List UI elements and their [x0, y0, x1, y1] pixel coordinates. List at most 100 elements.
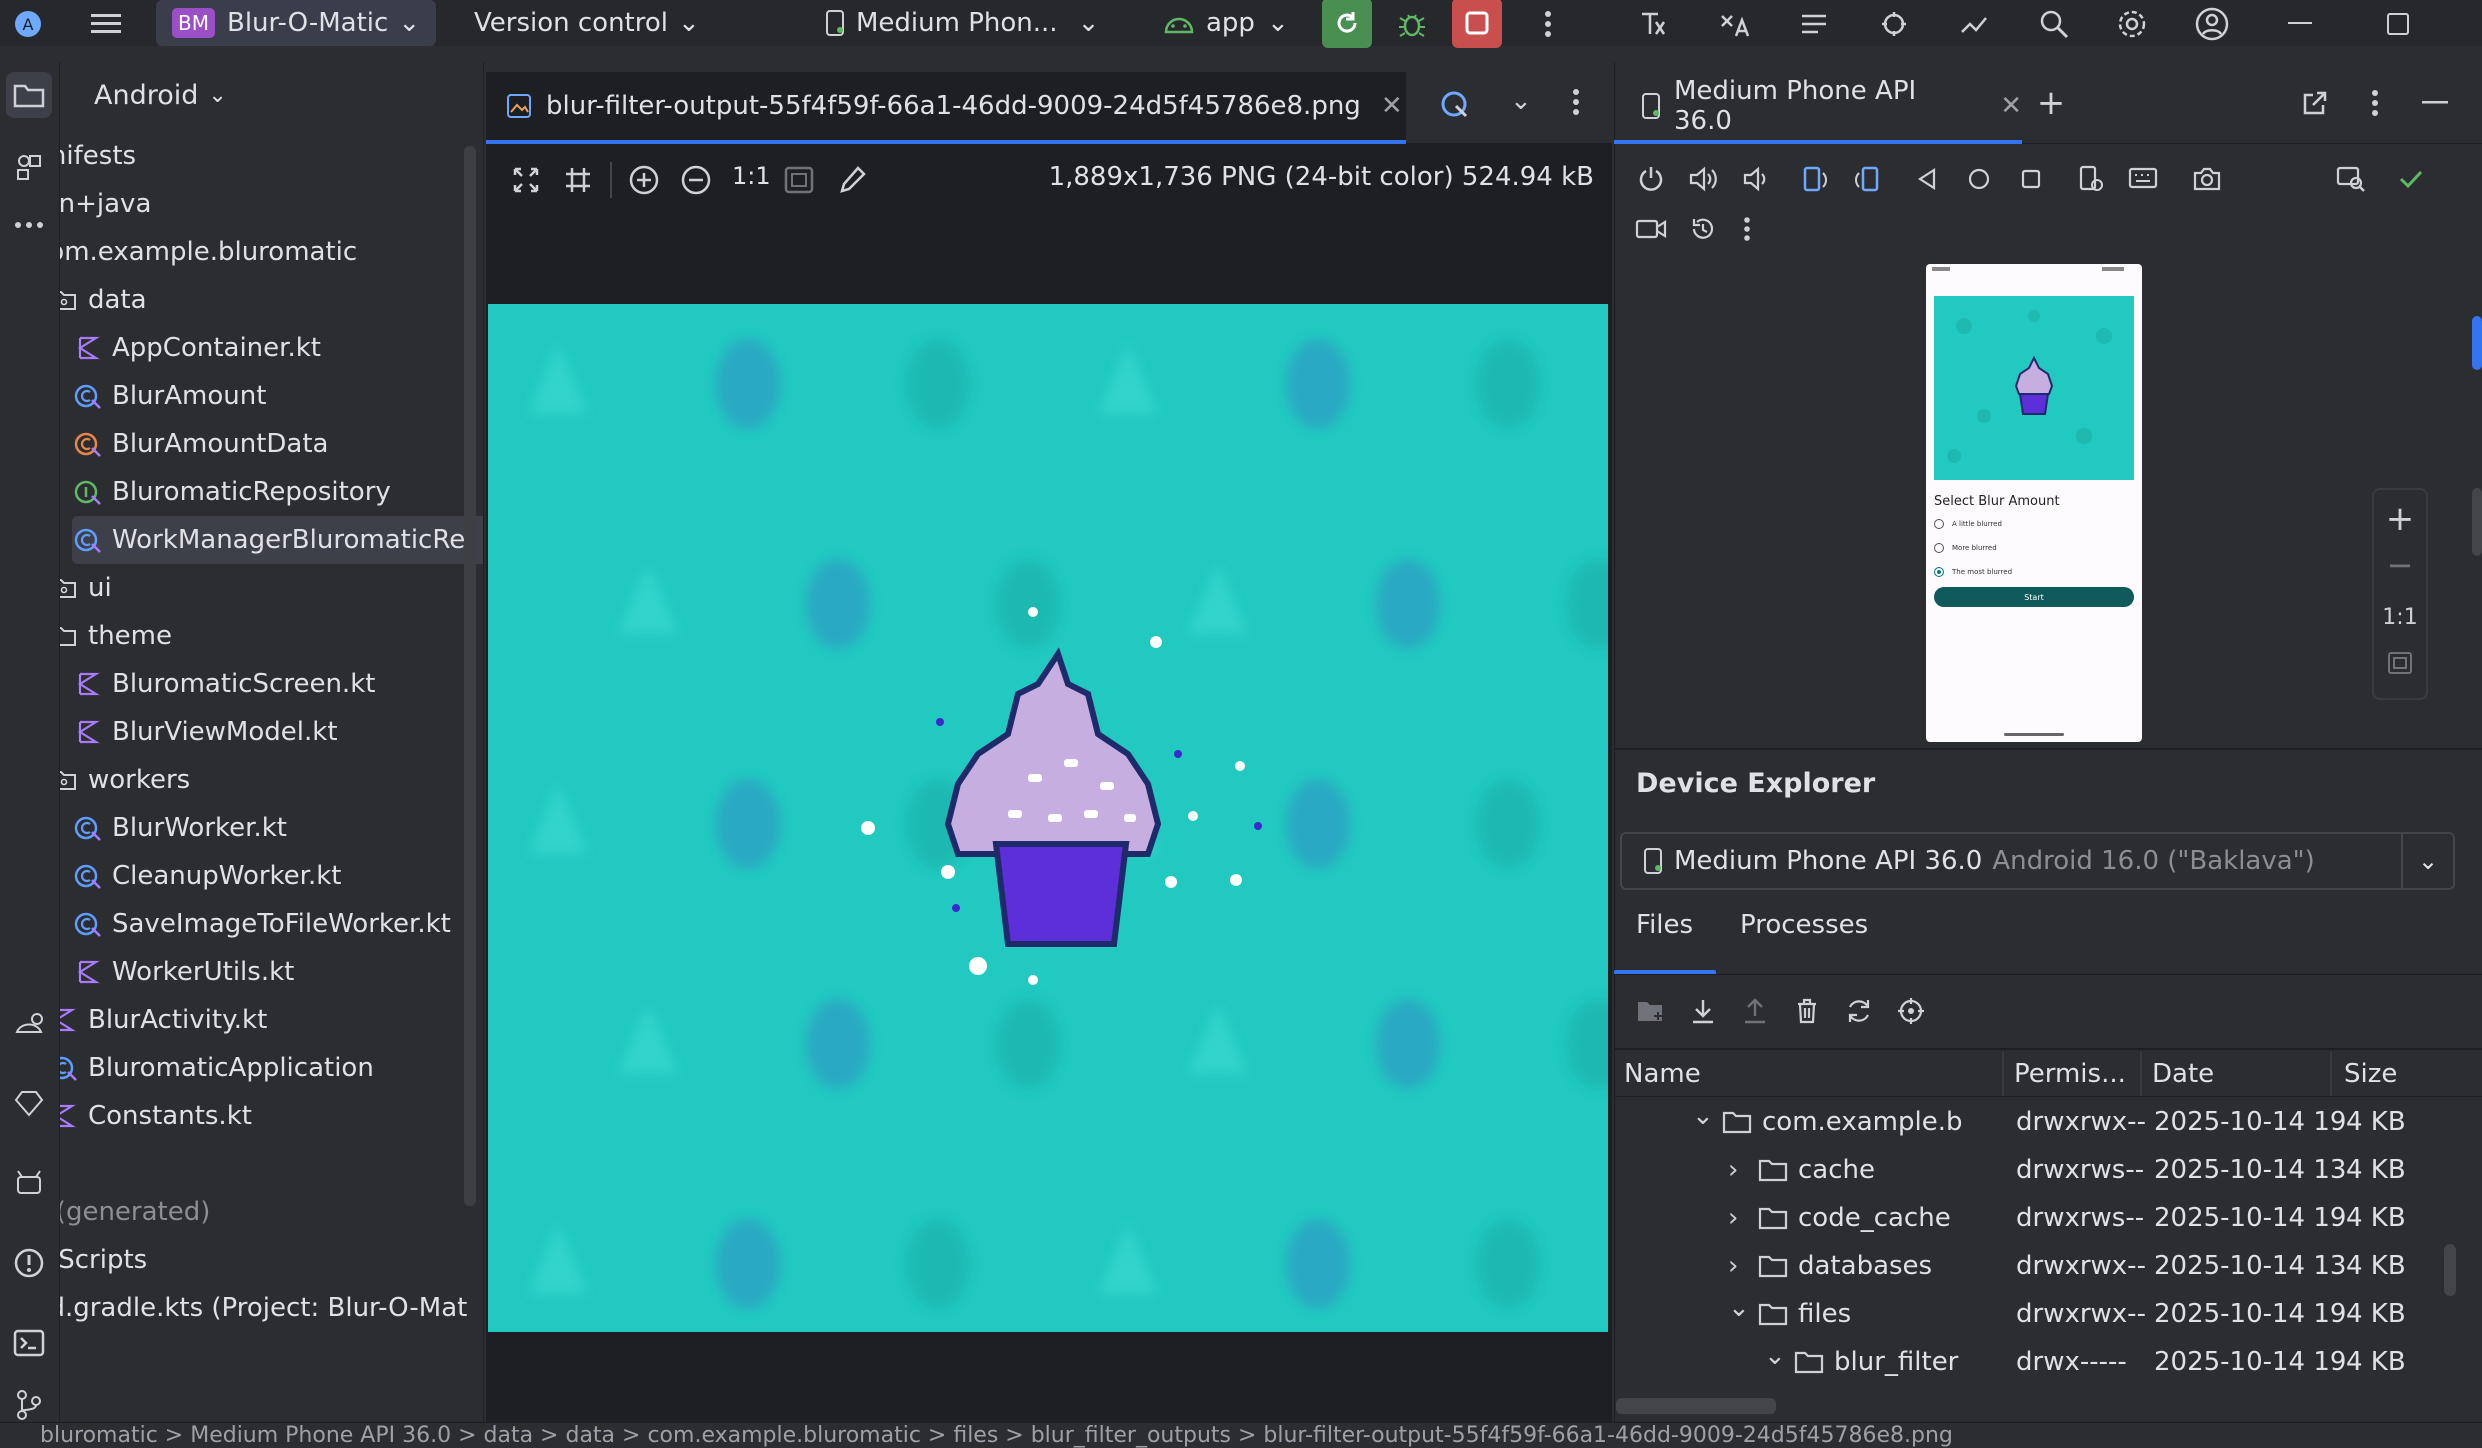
chevron-right-icon[interactable]: ›: [1728, 1251, 1758, 1281]
snapshot-history-icon[interactable]: [1682, 208, 1724, 250]
android-studio-logo-icon[interactable]: A: [8, 4, 48, 44]
rerun-app-icon[interactable]: [1322, 0, 1372, 48]
project-tree-item[interactable]: workers: [60, 756, 190, 804]
maximize-window-icon[interactable]: [2378, 4, 2418, 44]
phone-blur-option[interactable]: More blurred: [1934, 539, 2134, 557]
upload-icon[interactable]: [1734, 990, 1776, 1032]
column-date[interactable]: Date: [2152, 1050, 2214, 1098]
rotate-left-icon[interactable]: [1794, 158, 1836, 200]
tab-files[interactable]: Files: [1636, 910, 1693, 940]
column-permissions[interactable]: Permis...: [2014, 1050, 2126, 1098]
grid-icon[interactable]: [564, 166, 592, 194]
more-actions-icon[interactable]: [1528, 4, 1568, 44]
checkmark-icon[interactable]: [2390, 158, 2432, 200]
panel-divider[interactable]: [1614, 748, 2482, 750]
zoom-in-icon[interactable]: +: [2379, 498, 2421, 540]
gemini-icon[interactable]: [1634, 4, 1674, 44]
rotate-right-icon[interactable]: [1846, 158, 1888, 200]
screen-record-icon[interactable]: [1630, 208, 1672, 250]
device-explorer-device-select[interactable]: Medium Phone API 36.0 Android 16.0 ("Bak…: [1620, 832, 2455, 890]
file-row[interactable]: › databases: [1728, 1242, 2000, 1290]
panel-edge-handle[interactable]: [2472, 316, 2482, 370]
version-control-menu[interactable]: Version control ⌄: [474, 0, 700, 46]
phone-start-button[interactable]: Start: [1934, 587, 2134, 607]
project-tree-item[interactable]: CleanupWorker.kt: [72, 852, 342, 900]
project-tree-item[interactable]: BlurViewModel.kt: [72, 708, 338, 756]
project-tree-item[interactable]: BluromaticApplication: [60, 1044, 374, 1092]
project-tree-item[interactable]: BlurActivity.kt: [60, 996, 267, 1044]
overview-icon[interactable]: [2010, 158, 2052, 200]
project-tree-item[interactable]: ›theme: [60, 612, 172, 660]
gemini-gem-icon[interactable]: [6, 1080, 52, 1126]
back-icon[interactable]: [1906, 158, 1948, 200]
settings-gear-icon[interactable]: [2112, 4, 2152, 44]
panel-edge-handle-2[interactable]: [2472, 488, 2482, 556]
android-robot-icon[interactable]: [6, 1160, 52, 1206]
more-tools-icon[interactable]: [6, 202, 52, 248]
minimize-window-icon[interactable]: [2280, 4, 2320, 44]
fit-zoom-icon[interactable]: [512, 166, 540, 194]
radio-button-icon[interactable]: [1934, 519, 1944, 529]
editor-tab-image[interactable]: blur-filter-output-55f4f59f-66a1-46dd-90…: [486, 72, 1406, 144]
project-tree-item[interactable]: BlurAmount: [72, 372, 266, 420]
project-tree-item[interactable]: data: [60, 276, 147, 324]
panel-options-icon[interactable]: [2354, 82, 2396, 124]
radio-button-icon[interactable]: [1934, 567, 1944, 577]
keyboard-icon[interactable]: [2122, 158, 2164, 200]
column-divider[interactable]: [2330, 1052, 2332, 1096]
actual-size-button[interactable]: 1:1: [732, 162, 771, 190]
chevron-down-icon[interactable]: ⌄: [2401, 834, 2453, 888]
project-tree-item[interactable]: WorkManagerBluromaticRe: [72, 516, 483, 564]
terminal-icon[interactable]: [6, 1320, 52, 1366]
add-device-icon[interactable]: +: [2030, 82, 2072, 124]
emulator-tab[interactable]: Medium Phone API 36.0 ✕: [1614, 72, 2022, 144]
file-row[interactable]: ⌄ com.example.b: [1692, 1098, 2000, 1146]
zoom-fit-icon[interactable]: [2379, 642, 2421, 684]
locate-icon[interactable]: [1890, 990, 1932, 1032]
project-tree-item[interactable]: BluromaticRepository: [72, 468, 391, 516]
compose-preview-icon[interactable]: [1438, 88, 1472, 122]
search-icon[interactable]: [2034, 4, 2074, 44]
zoom-out-icon[interactable]: [680, 164, 712, 196]
status-bar-breadcrumb[interactable]: bluromatic > Medium Phone API 36.0 > dat…: [0, 1422, 2482, 1448]
project-tree-item[interactable]: anifests: [60, 132, 136, 180]
volume-up-icon[interactable]: [1682, 158, 1724, 200]
power-icon[interactable]: [1630, 158, 1672, 200]
color-picker-icon[interactable]: [836, 164, 868, 196]
download-icon[interactable]: [1682, 990, 1724, 1032]
column-name[interactable]: Name: [1624, 1050, 1701, 1098]
tab-processes[interactable]: Processes: [1740, 910, 1868, 940]
delete-icon[interactable]: [1786, 990, 1828, 1032]
hide-panel-icon[interactable]: [2414, 82, 2456, 124]
device-selector[interactable]: Medium Phon... ⌄: [824, 0, 1099, 46]
translate-icon[interactable]: [1714, 4, 1754, 44]
column-divider[interactable]: [2140, 1052, 2142, 1096]
emulator-more-icon[interactable]: [1726, 208, 1768, 250]
project-tree-item[interactable]: SaveImageToFileWorker.kt: [72, 900, 451, 948]
project-tree-item[interactable]: e Scripts: [60, 1236, 147, 1284]
chevron-down-icon[interactable]: ⌄: [1764, 1341, 1794, 1371]
device-settings-icon[interactable]: [2070, 158, 2112, 200]
file-row[interactable]: › code_cache: [1728, 1194, 2000, 1242]
project-tree-item[interactable]: Constants.kt: [60, 1092, 252, 1140]
project-tree-item[interactable]: tlin+java: [60, 180, 151, 228]
close-tab-icon[interactable]: ✕: [1381, 91, 1403, 121]
file-row[interactable]: ⌄ files: [1728, 1290, 2000, 1338]
close-tab-icon[interactable]: ✕: [2000, 91, 2022, 121]
run-config-selector[interactable]: app ⌄: [1162, 0, 1289, 46]
project-tree-item[interactable]: BluromaticScreen.kt: [72, 660, 375, 708]
device-manager-icon[interactable]: [1954, 4, 1994, 44]
chevron-down-icon[interactable]: ⌄: [1692, 1101, 1722, 1131]
volume-down-icon[interactable]: [1734, 158, 1776, 200]
chevron-down-icon[interactable]: ⌄: [1728, 1293, 1758, 1323]
debug-icon[interactable]: [1392, 4, 1432, 44]
file-table-scrollbar[interactable]: [2444, 1244, 2456, 1296]
layout-inspector-icon[interactable]: [2330, 158, 2372, 200]
project-tree-item[interactable]: BlurWorker.kt: [72, 804, 287, 852]
column-divider[interactable]: [2002, 1052, 2004, 1096]
open-external-icon[interactable]: [2294, 82, 2336, 124]
logcat-icon[interactable]: [1794, 4, 1834, 44]
project-tree-item[interactable]: WorkerUtils.kt: [72, 948, 294, 996]
zoom-out-icon[interactable]: −: [2379, 544, 2421, 586]
radio-button-icon[interactable]: [1934, 543, 1944, 553]
